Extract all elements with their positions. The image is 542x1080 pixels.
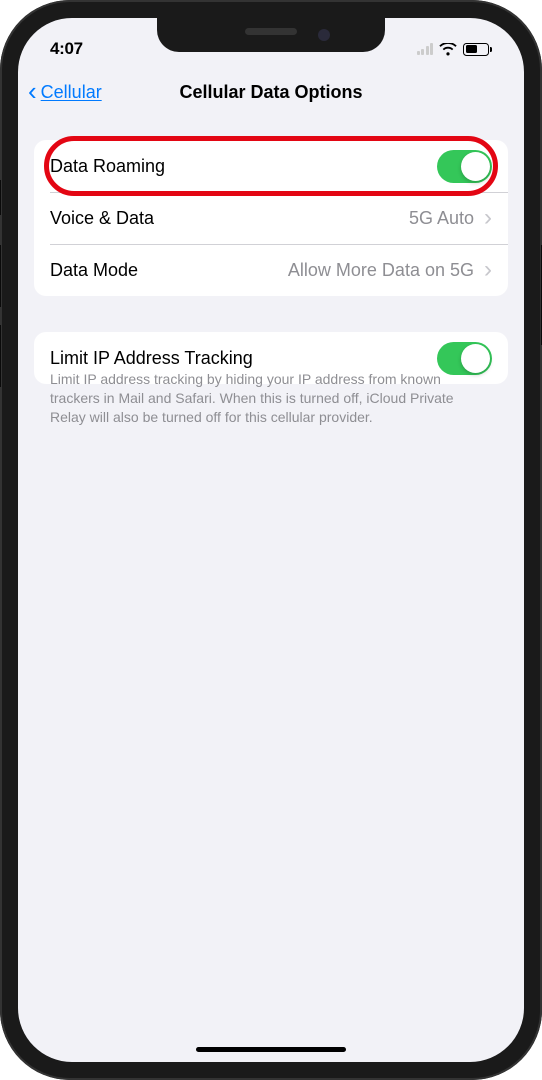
front-camera bbox=[318, 29, 330, 41]
navigation-bar: ‹ Cellular Cellular Data Options bbox=[18, 66, 524, 118]
screen: 4:07 ‹ Cellular bbox=[18, 18, 524, 1062]
data-roaming-toggle[interactable] bbox=[437, 150, 492, 183]
row-label: Data Mode bbox=[50, 260, 138, 281]
row-value: 5G Auto bbox=[409, 208, 474, 229]
volume-up-button bbox=[0, 245, 1, 307]
row-data-roaming[interactable]: Data Roaming bbox=[34, 140, 508, 192]
row-voice-and-data[interactable]: Voice & Data 5G Auto › bbox=[34, 192, 508, 244]
settings-group-1: Data Roaming Voice & Data 5G Auto › D bbox=[34, 140, 508, 296]
row-value: Allow More Data on 5G bbox=[288, 260, 474, 281]
battery-icon bbox=[463, 43, 492, 56]
row-label: Limit IP Address Tracking bbox=[50, 348, 253, 369]
phone-frame: 4:07 ‹ Cellular bbox=[0, 0, 542, 1080]
row-label: Data Roaming bbox=[50, 156, 165, 177]
notch bbox=[157, 18, 385, 52]
limit-ip-tracking-toggle[interactable] bbox=[437, 342, 492, 375]
cellular-signal-icon bbox=[417, 43, 434, 55]
status-time: 4:07 bbox=[50, 39, 83, 59]
chevron-right-icon: › bbox=[484, 206, 492, 230]
home-indicator[interactable] bbox=[196, 1047, 346, 1053]
settings-group-2: Limit IP Address Tracking bbox=[34, 332, 508, 384]
chevron-left-icon: ‹ bbox=[28, 78, 37, 104]
back-label: Cellular bbox=[41, 82, 102, 103]
speaker-grille bbox=[245, 28, 297, 35]
row-label: Voice & Data bbox=[50, 208, 154, 229]
row-limit-ip-tracking[interactable]: Limit IP Address Tracking bbox=[34, 332, 508, 384]
mute-switch bbox=[0, 180, 1, 215]
back-button[interactable]: ‹ Cellular bbox=[28, 80, 102, 104]
status-indicators bbox=[417, 43, 492, 56]
row-data-mode[interactable]: Data Mode Allow More Data on 5G › bbox=[34, 244, 508, 296]
content: Data Roaming Voice & Data 5G Auto › D bbox=[18, 118, 524, 427]
chevron-right-icon: › bbox=[484, 258, 492, 282]
wifi-icon bbox=[439, 43, 457, 56]
volume-down-button bbox=[0, 325, 1, 387]
